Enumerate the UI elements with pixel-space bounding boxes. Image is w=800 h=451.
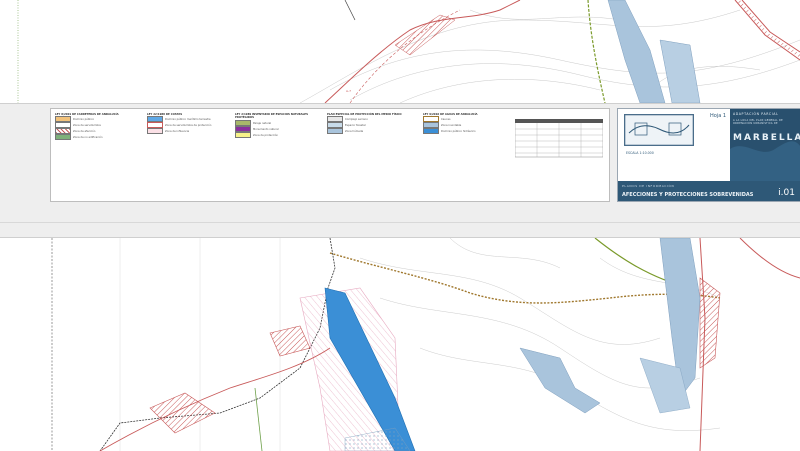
plan-category: PLANOS DE INFORMACIÓN bbox=[622, 184, 675, 188]
map-drawing-top: A-7 bbox=[17, 0, 800, 103]
legend-column-4: PLAN ESPECIAL DE PROTECCIÓN DEL MEDIO FÍ… bbox=[327, 113, 417, 135]
plan-name: AFECCIONES Y PROTECCIONES SOBREVENIDAS bbox=[622, 192, 754, 198]
legend-item: Complejo serrano bbox=[345, 118, 368, 122]
legend-item: Dominio público hidráulico bbox=[441, 130, 476, 134]
page-divider bbox=[0, 222, 800, 223]
scale-label: ESCALA 1:10.000 bbox=[626, 151, 654, 155]
plan-number: i.01 bbox=[778, 188, 795, 198]
legend-item: Zona inundable bbox=[441, 124, 462, 128]
legend-item: Dominio público bbox=[73, 118, 94, 122]
legend-column-5: LEY 9/2010 DE AGUAS DE ANDALUCÍA Cauces … bbox=[423, 113, 603, 158]
hatched-zone bbox=[149, 392, 216, 434]
legend-item: Paraje natural bbox=[253, 121, 272, 125]
road-label: A-7 bbox=[346, 89, 351, 93]
river-zone bbox=[607, 0, 666, 103]
legend-table bbox=[515, 119, 603, 158]
keymap-icon bbox=[624, 114, 694, 146]
legend-item: Zona de protección bbox=[253, 133, 279, 137]
title-line-1: ADAPTACIÓN PARCIAL bbox=[733, 112, 779, 116]
title-block-footer: PLANOS DE INFORMACIÓN AFECCIONES Y PROTE… bbox=[618, 181, 800, 201]
legend-column-1: LEY 8/2001 DE CARRETERAS DE ANDALUCÍA Do… bbox=[55, 113, 143, 141]
legend-item: Zona de servidumbre de protección bbox=[165, 124, 212, 128]
legend-column-3: LEY 2/1989 INVENTARIO DE ESPACIOS NATURA… bbox=[235, 113, 323, 138]
legend-item: Cauces bbox=[441, 118, 451, 122]
hatched-zone bbox=[394, 14, 456, 56]
legend-heading: LEY 2/1989 INVENTARIO DE ESPACIOS NATURA… bbox=[235, 113, 308, 120]
sheet-number: Hoja 1 bbox=[710, 113, 727, 119]
map-sheet-bottom[interactable] bbox=[0, 237, 800, 451]
boundary-line bbox=[324, 0, 521, 103]
legend-item: Zona de servidumbre bbox=[73, 124, 101, 128]
title-city: MARBELLA bbox=[733, 133, 800, 143]
title-block: Hoja 1 ESCALA 1:10.000 ADAPTACIÓN PARCIA… bbox=[617, 108, 800, 202]
legend-item: Zona de influencia bbox=[165, 130, 190, 134]
legend-panel: LEY 8/2001 DE CARRETERAS DE ANDALUCÍA Do… bbox=[50, 108, 610, 202]
title-block-keymap-area: Hoja 1 ESCALA 1:10.000 bbox=[618, 109, 730, 181]
title-line-2: A LA LOUA DEL PLAN GENERAL DE ORDENACIÓN… bbox=[733, 119, 783, 125]
title-block-header: ADAPTACIÓN PARCIAL A LA LOUA DEL PLAN GE… bbox=[730, 109, 800, 181]
legend-item: Dominio público marítimo terrestre bbox=[165, 118, 211, 122]
legend-item: Zona húmeda bbox=[345, 130, 364, 134]
motorway-line bbox=[99, 347, 331, 451]
legend-column-2: LEY 22/1988 DE COSTAS Dominio público ma… bbox=[147, 113, 231, 135]
legend-item: Zona de afección bbox=[73, 130, 96, 134]
brown-route bbox=[329, 252, 721, 304]
map-drawing-bottom bbox=[51, 238, 800, 451]
legend-item: Espacio forestal bbox=[345, 124, 366, 128]
legend-item: Monumento natural bbox=[253, 127, 279, 131]
map-sheet-top[interactable]: A-7 bbox=[0, 0, 800, 104]
legend-item: Zona de no edificación bbox=[73, 136, 103, 140]
